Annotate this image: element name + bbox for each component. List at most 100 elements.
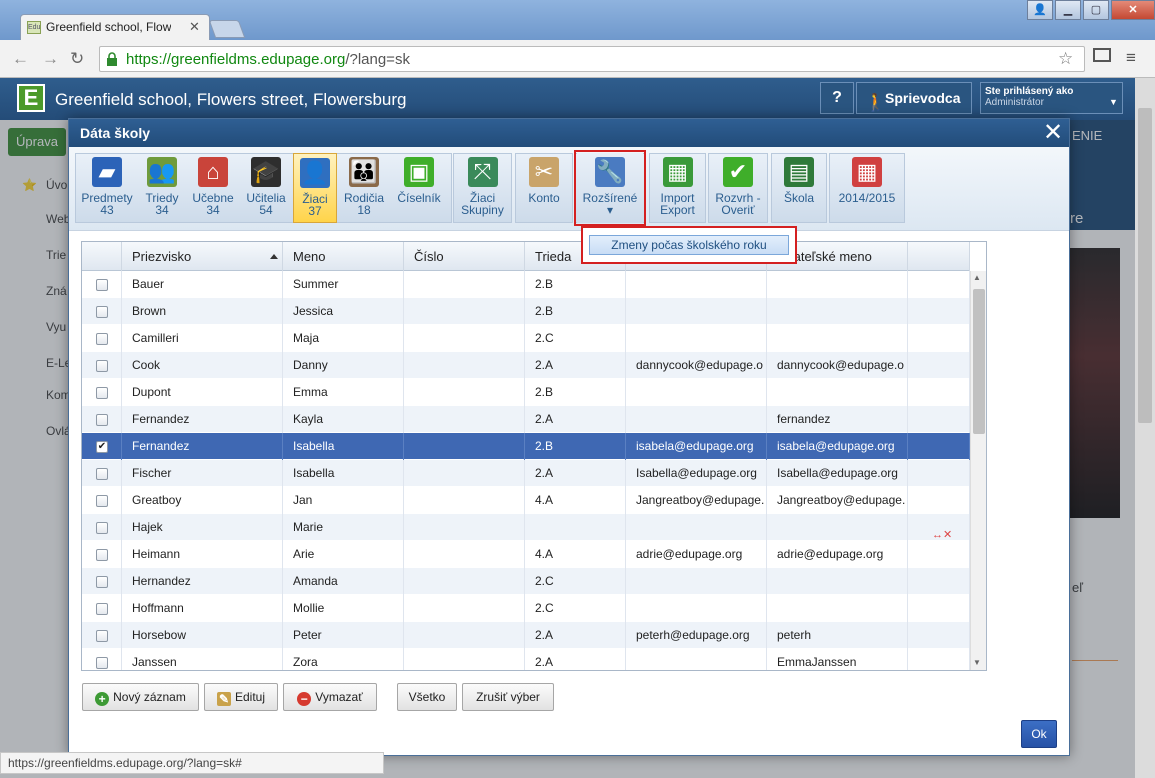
table-row[interactable]: Cook Danny 2.A dannycook@edupage.o dannycook… [82, 352, 970, 379]
checkbox[interactable] [96, 387, 108, 399]
toolbar-school-button[interactable]: ▤ Škola [773, 153, 825, 223]
header-name[interactable]: Meno [283, 242, 404, 271]
toolbar-import-export-button[interactable]: ▦ Import Export [651, 153, 704, 223]
forward-arrow-icon[interactable]: → [42, 49, 59, 69]
new-record-button[interactable]: + Nový záznam [82, 683, 199, 711]
reload-icon[interactable]: ↻ [70, 49, 84, 69]
toolbar-account-button[interactable]: ✂ Konto [517, 153, 571, 223]
toolbar-extended-button[interactable]: 🔧 Rozšírené ▾ [574, 150, 646, 226]
header-flag [908, 242, 970, 271]
table-row[interactable]: Dupont Emma 2.B [82, 379, 970, 406]
header-surname[interactable]: Priezvisko [122, 242, 283, 271]
table-row[interactable]: Camilleri Maja 2.C [82, 325, 970, 352]
page-scrollbar[interactable] [1135, 78, 1155, 778]
dialog-close-icon[interactable]: ✕ [1043, 120, 1063, 146]
delete-record-button[interactable]: − Vymazať [283, 683, 377, 711]
cell-email [626, 406, 767, 433]
table-row[interactable]: ✔ Fernandez Isabella 2.B isabela@edupage.org… [82, 433, 970, 460]
toolbar-timetable-check-button[interactable]: ✔ Rozvrh - Overiť [710, 153, 766, 223]
table-scrollbar[interactable]: ▲ ▼ [970, 271, 986, 670]
checkbox[interactable] [96, 630, 108, 642]
checkbox[interactable] [96, 333, 108, 345]
table-row[interactable]: Janssen Zora 2.A EmmaJanssen [82, 649, 970, 670]
cell-checkbox [82, 460, 122, 487]
checkbox-checked[interactable]: ✔ [96, 441, 108, 453]
table-row[interactable]: Horsebow Peter 2.A peterh@edupage.org peterh [82, 622, 970, 649]
checkbox[interactable] [96, 279, 108, 291]
table-row[interactable]: Fernandez Kayla 2.A fernandez [82, 406, 970, 433]
checkbox[interactable] [96, 576, 108, 588]
toolbar-classrooms-button[interactable]: ⌂ Učebne 34 [187, 153, 239, 223]
table-row[interactable]: Hoffmann Mollie 2.C [82, 595, 970, 622]
edit-record-button[interactable]: ✎ Edituj [204, 683, 278, 711]
extended-dropdown-menu: Zmeny počas školského roku [581, 226, 797, 264]
cell-email [626, 595, 767, 622]
cell-username: peterh [767, 622, 908, 649]
cell-username: dannycook@edupage.o [767, 352, 908, 379]
edupage-logo-icon[interactable]: E [17, 84, 45, 112]
toolbar-codebook-button[interactable]: ▣ Číselník [391, 153, 447, 223]
tools-icon: ✂ [529, 157, 559, 187]
checkbox[interactable] [96, 468, 108, 480]
toolbar-school-year-button[interactable]: ▦ 2014/2015 [831, 153, 903, 223]
dialog-title: Dáta školy [69, 119, 1069, 147]
minimize-button[interactable]: ▁ [1055, 0, 1081, 20]
cell-class: 2.B [525, 379, 626, 406]
checkbox[interactable] [96, 657, 108, 669]
table-row[interactable]: Hajek Marie ↔✕ [82, 514, 970, 541]
toolbar-parents-button[interactable]: 👪 Rodičia 18 [339, 153, 389, 223]
new-tab-button[interactable] [208, 20, 246, 38]
maximize-button[interactable]: ▢ [1083, 0, 1109, 20]
checkbox[interactable] [96, 414, 108, 426]
deselect-button[interactable]: Zrušiť výber [462, 683, 554, 711]
checkbox[interactable] [96, 522, 108, 534]
cell-username [767, 514, 908, 541]
guide-button[interactable]: 🚶 Sprievodca [856, 82, 972, 114]
table-row[interactable]: Bauer Summer 2.B [82, 271, 970, 298]
table-row[interactable]: Fischer Isabella 2.A Isabella@edupage.org Is… [82, 460, 970, 487]
scroll-up-icon[interactable]: ▲ [973, 273, 981, 282]
page-scrollbar-thumb[interactable] [1138, 108, 1152, 423]
toolbar-students-button[interactable]: 👤 Žiaci 37 [293, 153, 337, 223]
guide-label: Sprievodca [885, 90, 961, 106]
checkbox[interactable] [96, 495, 108, 507]
user-icon[interactable]: 👤 [1027, 0, 1053, 20]
select-all-button[interactable]: Všetko [397, 683, 457, 711]
menu-item-changes-during-year[interactable]: Zmeny počas školského roku [589, 235, 789, 255]
students-table: Priezvisko Meno Číslo Trieda žívateľské … [81, 241, 987, 671]
table-row[interactable]: Heimann Arie 4.A adrie@edupage.org adrie@edu… [82, 541, 970, 568]
window-close-button[interactable]: ✕ [1111, 0, 1155, 20]
back-arrow-icon[interactable]: ← [12, 49, 29, 69]
wrench-icon: 🔧 [595, 157, 625, 187]
table-row[interactable]: Hernandez Amanda 2.C [82, 568, 970, 595]
table-row[interactable]: Greatboy Jan 4.A Jangreatboy@edupage. Jangre… [82, 487, 970, 514]
toolbar-teachers-button[interactable]: 🎓 Učitelia 54 [241, 153, 291, 223]
cast-icon[interactable] [1093, 48, 1111, 62]
help-button[interactable]: ? [820, 82, 854, 114]
checkbox[interactable] [96, 603, 108, 615]
unlinked-arrows-icon[interactable]: ↔✕ [932, 522, 952, 541]
address-bar[interactable]: https://greenfieldms.edupage.org/?lang=s… [99, 46, 1085, 72]
header-number[interactable]: Číslo [404, 242, 525, 271]
toolbar-classes-button[interactable]: 👥 Triedy 34 [137, 153, 187, 223]
house-icon: ⌂ [198, 157, 228, 187]
tab-close-icon[interactable]: ✕ [189, 19, 200, 35]
cell-surname: Horsebow [122, 622, 283, 649]
lock-icon [107, 52, 117, 66]
table-row[interactable]: Brown Jessica 2.B [82, 298, 970, 325]
checkbox[interactable] [96, 306, 108, 318]
browser-tab[interactable]: Edu Greenfield school, Flowers ✕ [20, 14, 210, 40]
table-scrollbar-thumb[interactable] [973, 289, 985, 434]
toolbar-student-groups-button[interactable]: ⤧ Žiaci Skupiny [455, 153, 510, 223]
cell-number [404, 622, 525, 649]
checkbox[interactable] [96, 360, 108, 372]
cell-surname: Hoffmann [122, 595, 283, 622]
checkbox[interactable] [96, 549, 108, 561]
bookmark-star-icon[interactable]: ☆ [1058, 49, 1073, 69]
dialog-toolbar: ▰ Predmety 43 👥 Triedy 34 ⌂ Učebne 34 🎓 Učiteli… [69, 147, 1069, 231]
browser-menu-icon[interactable]: ≡ [1126, 48, 1136, 68]
user-menu[interactable]: Ste prihlásený ako Administrátor ▼ [980, 82, 1123, 114]
toolbar-subjects-button[interactable]: ▰ Predmety 43 [79, 153, 135, 223]
ok-button[interactable]: Ok [1021, 720, 1057, 748]
scroll-down-icon[interactable]: ▼ [973, 658, 981, 667]
